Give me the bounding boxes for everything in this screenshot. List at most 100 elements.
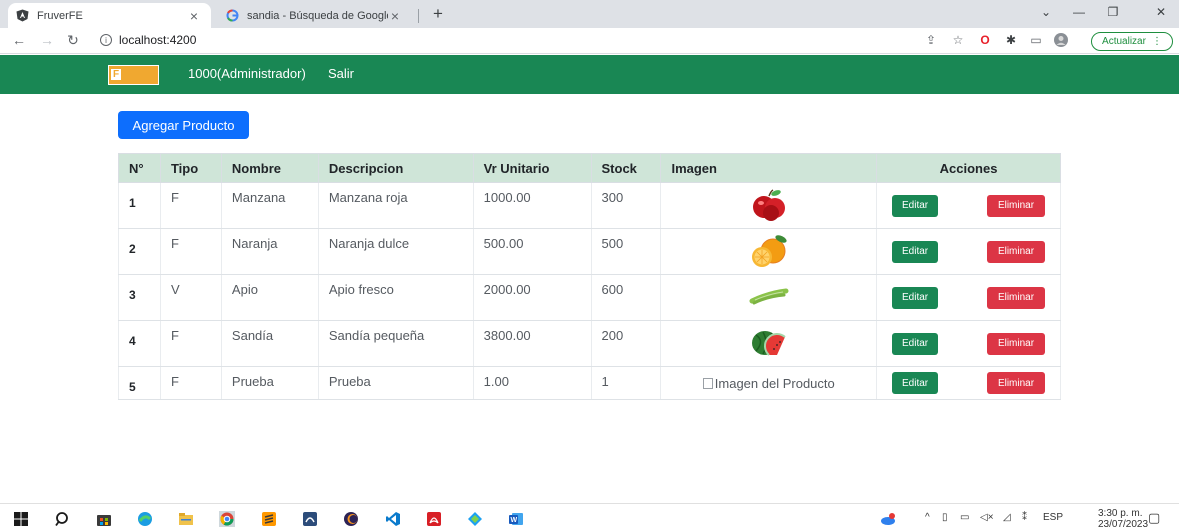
- edit-button[interactable]: Editar: [892, 240, 939, 263]
- cell-nombre: Prueba: [220, 366, 319, 400]
- bookmark-star-icon[interactable]: ☆: [950, 33, 966, 47]
- table-row: 2 F Naranja Naranja dulce 500.00 500 Edi…: [118, 228, 1061, 275]
- cell-acciones: Editar Eliminar: [876, 274, 1061, 321]
- cell-number: 3: [118, 274, 161, 321]
- google-icon: [226, 9, 239, 22]
- eclipse-icon[interactable]: [343, 511, 359, 527]
- battery-icon[interactable]: ▭: [960, 512, 969, 523]
- cell-stock: 500: [590, 228, 662, 275]
- address-bar[interactable]: i localhost:4200: [100, 33, 196, 47]
- update-button[interactable]: Actualizar ⋮: [1091, 32, 1173, 51]
- app-logo[interactable]: F: [108, 65, 159, 85]
- tab-close-icon[interactable]: ×: [388, 8, 402, 24]
- delete-button[interactable]: Eliminar: [987, 194, 1045, 217]
- header-acciones: Acciones: [876, 153, 1061, 183]
- vscode-icon[interactable]: [385, 511, 401, 527]
- svg-text:W: W: [511, 517, 518, 524]
- cell-number: 4: [118, 320, 161, 367]
- store-icon[interactable]: [96, 511, 112, 527]
- share-icon[interactable]: ⇪: [923, 33, 939, 47]
- edit-button[interactable]: Editar: [892, 286, 939, 309]
- header-descripcion: Descripcion: [317, 153, 474, 183]
- tab-fruverfe[interactable]: FruverFE ×: [8, 3, 211, 28]
- volume-muted-icon[interactable]: ◁×: [980, 512, 994, 523]
- sublime-text-icon[interactable]: [261, 511, 277, 527]
- edge-icon[interactable]: [137, 511, 153, 527]
- delete-button[interactable]: Eliminar: [987, 332, 1045, 355]
- table-row: 3 V Apio Apio fresco 2000.00 600 Editar …: [118, 274, 1061, 321]
- notifications-icon[interactable]: ▢: [1148, 510, 1160, 526]
- weather-icon[interactable]: [880, 511, 896, 527]
- add-product-button[interactable]: Agregar Producto: [118, 111, 249, 139]
- search-icon[interactable]: [55, 511, 71, 527]
- database-tool-icon[interactable]: [302, 511, 318, 527]
- delete-button[interactable]: Eliminar: [987, 286, 1045, 309]
- restore-icon[interactable]: ❐: [1103, 5, 1123, 19]
- app-diamond-icon[interactable]: [467, 511, 483, 527]
- cell-nombre: Manzana: [220, 182, 319, 229]
- file-explorer-icon[interactable]: [178, 511, 194, 527]
- tab-search-icon[interactable]: ⌄: [1036, 5, 1056, 19]
- broken-image: Imagen del Producto: [702, 376, 835, 391]
- cell-imagen: [660, 274, 878, 321]
- header-tipo: Tipo: [159, 153, 222, 183]
- orange-image: [751, 235, 787, 267]
- cell-acciones: Editar Eliminar: [876, 366, 1061, 400]
- cell-tipo: V: [159, 274, 222, 321]
- word-icon[interactable]: W: [508, 511, 524, 527]
- side-panel-icon[interactable]: ▭: [1028, 33, 1044, 47]
- input-language[interactable]: ESP: [1043, 512, 1063, 523]
- tab-close-icon[interactable]: ×: [187, 8, 201, 24]
- forward-icon[interactable]: →: [38, 32, 56, 48]
- image-alt-text: Imagen del Producto: [714, 376, 835, 391]
- angular-icon: [16, 9, 29, 22]
- tray-device-icon[interactable]: ▯: [942, 512, 948, 523]
- close-window-icon[interactable]: ✕: [1151, 5, 1171, 19]
- cell-valor: 500.00: [472, 228, 592, 275]
- new-tab-button[interactable]: +: [428, 4, 448, 24]
- opera-extension-icon[interactable]: O: [977, 33, 993, 47]
- acrobat-icon[interactable]: [426, 511, 442, 527]
- cell-stock: 600: [590, 274, 662, 321]
- back-icon[interactable]: ←: [10, 32, 28, 48]
- windows-start-icon[interactable]: [13, 511, 29, 527]
- edit-button[interactable]: Editar: [892, 194, 939, 217]
- cell-acciones: Editar Eliminar: [876, 228, 1061, 275]
- update-label: Actualizar: [1102, 36, 1146, 47]
- watermelon-image: [751, 331, 786, 356]
- tab-google-search[interactable]: sandia - Búsqueda de Google ×: [216, 3, 412, 28]
- celery-image: [749, 288, 789, 305]
- cell-imagen: [660, 182, 878, 229]
- tray-chevron-icon[interactable]: ^: [925, 512, 930, 523]
- cell-acciones: Editar Eliminar: [876, 320, 1061, 367]
- table-row: 1 F Manzana Manzana roja 1000.00 300 Edi…: [118, 182, 1061, 229]
- network-icon[interactable]: ◿: [1003, 512, 1011, 523]
- delete-button[interactable]: Eliminar: [987, 240, 1045, 263]
- site-info-icon[interactable]: i: [100, 34, 112, 46]
- logout-link[interactable]: Salir: [328, 66, 354, 81]
- cell-valor: 1000.00: [472, 182, 592, 229]
- address-text: localhost:4200: [119, 33, 197, 47]
- tab-title: sandia - Búsqueda de Google: [247, 9, 388, 22]
- minimize-icon[interactable]: —: [1069, 5, 1089, 19]
- profile-avatar-icon[interactable]: [1053, 33, 1069, 50]
- delete-button[interactable]: Eliminar: [987, 372, 1045, 394]
- header-vr-unitario: Vr Unitario: [472, 153, 592, 183]
- chrome-icon[interactable]: [219, 511, 235, 527]
- extensions-puzzle-icon[interactable]: ✱: [1003, 33, 1019, 47]
- cell-number: 5: [118, 366, 161, 400]
- cell-acciones: Editar Eliminar: [876, 182, 1061, 229]
- edit-button[interactable]: Editar: [892, 372, 939, 394]
- cell-tipo: F: [159, 228, 222, 275]
- cell-imagen: [660, 228, 878, 275]
- cell-stock: 1: [590, 366, 662, 400]
- header-number: N°: [118, 153, 161, 183]
- app-navbar: F 1000(Administrador) Salir: [0, 55, 1179, 94]
- cell-valor: 3800.00: [472, 320, 592, 367]
- language-bar-icon[interactable]: ⁑: [1022, 512, 1027, 523]
- edit-button[interactable]: Editar: [892, 332, 939, 355]
- taskbar-clock[interactable]: 3:30 p. m. 23/07/2023: [1098, 508, 1148, 530]
- cell-imagen: Imagen del Producto: [660, 366, 878, 400]
- more-menu-icon: ⋮: [1151, 36, 1162, 47]
- reload-icon[interactable]: ↻: [64, 32, 82, 49]
